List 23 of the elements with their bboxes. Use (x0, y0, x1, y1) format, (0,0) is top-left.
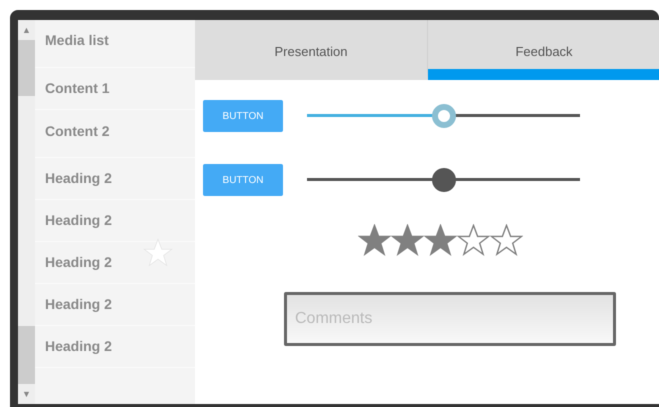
sidebar-item[interactable]: Heading 2 (35, 158, 195, 200)
scroll-thumb[interactable] (18, 326, 35, 384)
scroll-up-arrow[interactable]: ▲ (22, 20, 31, 40)
sidebar-item[interactable]: Content 1 (35, 68, 195, 110)
sidebar-item[interactable]: Content 2 (35, 110, 195, 158)
star-icon[interactable] (391, 224, 424, 257)
sidebar-item[interactable]: Heading 2 (35, 284, 195, 326)
slider[interactable] (307, 168, 580, 192)
slider[interactable] (307, 104, 580, 128)
scrollbar[interactable]: ▲ ▼ (18, 20, 35, 404)
sidebar-item[interactable]: Heading 2 (35, 326, 195, 368)
tab[interactable]: Feedback (428, 20, 659, 80)
scroll-thumb[interactable] (18, 40, 35, 96)
button[interactable]: BUTTON (203, 164, 283, 196)
scroll-down-arrow[interactable]: ▼ (22, 384, 31, 404)
star-icon[interactable] (358, 224, 391, 257)
button[interactable]: BUTTON (203, 100, 283, 132)
star-icon[interactable] (490, 224, 523, 257)
star-icon[interactable] (424, 224, 457, 257)
star-icon[interactable] (457, 224, 490, 257)
star-icon (143, 238, 173, 268)
sidebar-item[interactable]: Heading 2 (35, 200, 195, 242)
tab[interactable]: Presentation (195, 20, 428, 80)
